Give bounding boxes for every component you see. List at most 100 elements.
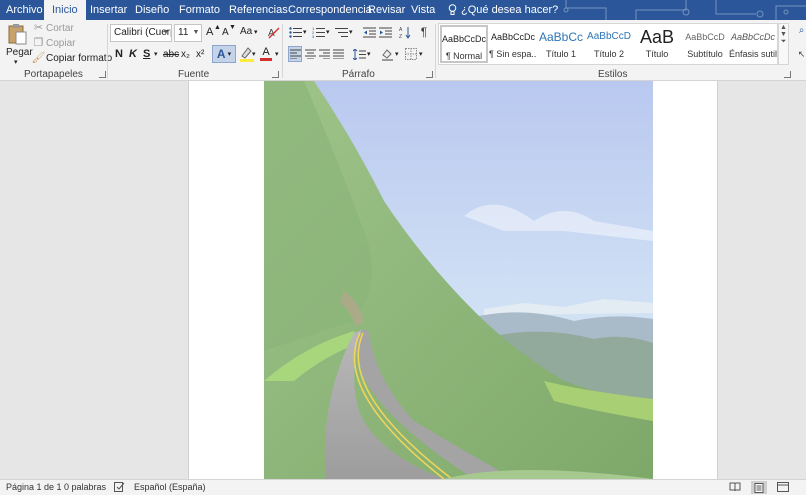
chevron-down-icon[interactable]: ▾ — [349, 28, 353, 36]
numbering-icon[interactable]: 123 — [311, 26, 325, 38]
mountain-road-image[interactable] — [264, 81, 653, 479]
align-left-icon[interactable] — [288, 46, 302, 62]
subscript-button[interactable]: x₂ — [181, 49, 190, 60]
font-color-glyph: A — [262, 46, 270, 58]
style-preview: AaB — [639, 27, 675, 47]
group-divider — [435, 24, 436, 78]
chevron-down-icon[interactable]: ▾ — [254, 28, 258, 36]
superscript-button[interactable]: x² — [196, 49, 204, 60]
format-painter-icon[interactable]: 🖌 — [32, 52, 46, 64]
paste-icon[interactable] — [6, 22, 28, 46]
tab-insertar[interactable]: Insertar — [90, 0, 127, 20]
chevron-down-icon[interactable]: ▾ — [326, 28, 330, 36]
tab-diseno[interactable]: Diseño — [135, 0, 169, 20]
strikethrough-button[interactable]: abc — [163, 49, 179, 60]
style-no-spacing[interactable]: AaBbCcDc ¶ Sin espa... — [489, 25, 537, 63]
scroll-up-icon[interactable]: ▲ — [779, 24, 788, 31]
increase-indent-icon[interactable] — [378, 26, 392, 38]
styles-group-label: Estilos — [598, 69, 628, 80]
select-icon[interactable]: ↖ — [797, 48, 806, 60]
paragraph-launcher-icon[interactable] — [426, 71, 433, 78]
style-name: ¶ Sin espa... — [489, 49, 537, 59]
ribbon: Pegar ▾ ✂ Cortar ❐ Copiar 🖌 Copiar forma… — [0, 20, 806, 81]
styles-gallery-scroll[interactable]: ▲ ▼ ⏷ — [778, 23, 789, 65]
print-layout-icon[interactable] — [751, 481, 767, 494]
more-styles-icon[interactable]: ⏷ — [779, 38, 788, 46]
chevron-down-icon[interactable]: ▾ — [367, 50, 371, 58]
document-page[interactable] — [188, 81, 718, 479]
document-area — [0, 81, 806, 479]
chevron-down-icon[interactable]: ▾ — [303, 28, 307, 36]
chevron-down-icon[interactable]: ▾ — [395, 50, 399, 58]
word-count[interactable]: 0 palabras — [64, 482, 106, 492]
style-name: ¶ Normal — [445, 51, 483, 61]
copy-button[interactable]: Copiar — [46, 38, 75, 49]
cut-button[interactable]: Cortar — [46, 23, 74, 34]
tab-archivo[interactable]: Archivo — [6, 0, 43, 20]
proofing-icon[interactable] — [114, 482, 125, 494]
tab-vista[interactable]: Vista — [411, 0, 435, 20]
tab-revisar[interactable]: Revisar — [368, 0, 405, 20]
web-layout-icon[interactable] — [777, 482, 789, 494]
shading-icon[interactable] — [380, 47, 394, 61]
font-color-icon[interactable]: A — [259, 46, 273, 62]
style-heading-1[interactable]: AaBbCc Título 1 — [537, 25, 585, 63]
sort-icon[interactable]: AZ — [398, 25, 412, 39]
clipboard-group-label: Portapapeles — [24, 69, 83, 80]
shrink-font-button[interactable]: A — [222, 27, 229, 38]
style-preview: AaBbCcDc — [490, 32, 535, 42]
tab-inicio[interactable]: Inicio — [44, 0, 86, 20]
copy-icon[interactable]: ❐ — [33, 37, 44, 49]
svg-text:Z: Z — [399, 34, 402, 39]
justify-icon[interactable] — [332, 47, 344, 61]
bullets-icon[interactable] — [288, 26, 302, 38]
chevron-down-icon: ▼ — [192, 29, 200, 36]
font-family-select[interactable]: Calibri (Cuerpo) ▼ — [110, 24, 172, 42]
read-mode-icon[interactable] — [729, 482, 741, 494]
grow-font-button[interactable]: A — [206, 26, 213, 38]
align-center-icon[interactable] — [304, 47, 316, 61]
format-painter-button[interactable]: Copiar formato — [46, 53, 112, 64]
tab-formato[interactable]: Formato — [179, 0, 220, 20]
page-count[interactable]: Página 1 de 1 — [6, 482, 62, 492]
paste-dropdown-icon[interactable]: ▾ — [14, 58, 18, 66]
clipboard-launcher-icon[interactable] — [99, 71, 106, 78]
style-preview: AaBbCcDc — [442, 34, 486, 44]
multilevel-list-icon[interactable] — [334, 26, 348, 38]
language-indicator[interactable]: Español (España) — [134, 482, 206, 492]
style-normal[interactable]: AaBbCcDc ¶ Normal — [440, 25, 488, 63]
chevron-down-icon[interactable]: ▾ — [154, 50, 158, 58]
align-right-icon[interactable] — [318, 47, 330, 61]
underline-button[interactable]: S — [143, 48, 150, 60]
decrease-indent-icon[interactable] — [362, 26, 376, 38]
borders-icon[interactable] — [404, 47, 418, 61]
find-icon[interactable]: ⌕ — [797, 24, 806, 36]
font-size-select[interactable]: 11 ▼ — [174, 24, 202, 42]
group-divider — [282, 24, 283, 78]
style-title[interactable]: AaB Título — [633, 25, 681, 63]
styles-launcher-icon[interactable] — [784, 71, 791, 78]
paste-button[interactable]: Pegar — [6, 47, 33, 58]
chevron-down-icon[interactable]: ▾ — [275, 50, 279, 58]
clear-formatting-icon[interactable]: A — [266, 25, 280, 39]
style-subtitle[interactable]: AaBbCcD Subtítulo — [681, 25, 729, 63]
style-heading-2[interactable]: AaBbCcD Título 2 — [585, 25, 633, 63]
style-name: Título 2 — [593, 49, 624, 59]
tab-referencias[interactable]: Referencias — [229, 0, 288, 20]
line-spacing-icon[interactable] — [352, 47, 366, 61]
scroll-down-icon[interactable]: ▼ — [779, 31, 788, 38]
tell-me-box[interactable]: ¿Qué desea hacer? — [448, 0, 558, 20]
italic-button[interactable]: K — [129, 48, 137, 60]
style-name: Título 1 — [545, 49, 576, 59]
font-launcher-icon[interactable] — [272, 71, 279, 78]
chevron-down-icon[interactable]: ▾ — [419, 50, 423, 58]
change-case-button[interactable]: Aa — [240, 26, 252, 37]
cut-icon[interactable]: ✂ — [33, 22, 44, 34]
show-formatting-marks-icon[interactable]: ¶ — [418, 25, 430, 39]
bold-button[interactable]: N — [115, 48, 123, 60]
style-preview: AaBbCc — [538, 30, 584, 44]
text-effects-button[interactable]: A ▾ — [212, 45, 236, 63]
chevron-down-icon[interactable]: ▾ — [252, 50, 256, 58]
style-subtle-emphasis[interactable]: AaBbCcDc Énfasis sutil — [729, 25, 777, 63]
tab-correspondencia[interactable]: Correspondencia — [288, 0, 372, 20]
